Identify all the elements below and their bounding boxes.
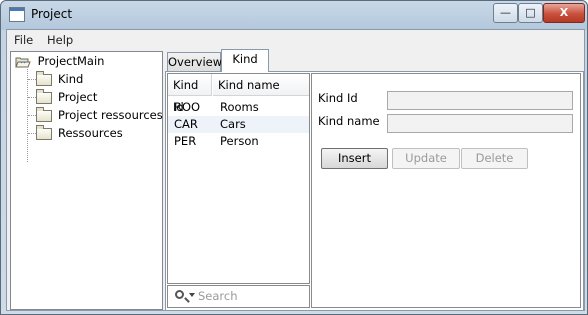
tree-item-label: Project ressources	[58, 108, 163, 122]
tab-kind[interactable]: Kind	[221, 49, 269, 72]
table-row[interactable]: PER Person	[168, 133, 309, 150]
tree-item-kind[interactable]: Kind	[36, 70, 84, 88]
cell-kind-id: PER	[174, 134, 197, 148]
insert-button[interactable]: Insert	[321, 148, 388, 169]
menu-file[interactable]: File	[14, 33, 33, 47]
chevron-down-icon[interactable]	[189, 293, 195, 297]
menu-bar: File Help	[7, 30, 584, 49]
tab-overview[interactable]: Overview	[167, 52, 222, 72]
cell-kind-id: CAR	[174, 117, 198, 131]
delete-button[interactable]: Delete	[461, 148, 528, 169]
search-icon[interactable]	[175, 290, 184, 299]
search-input[interactable]	[198, 288, 303, 303]
column-header-kind-name[interactable]: Kind name	[213, 74, 309, 96]
cell-kind-name: Cars	[220, 117, 246, 131]
cell-kind-name: Person	[220, 134, 259, 148]
cell-kind-name: Rooms	[220, 100, 259, 114]
client-area: File Help ProjectMain Kind Project Proje…	[6, 29, 585, 311]
folder-icon	[36, 106, 52, 122]
tree-item-label: Project	[58, 90, 98, 104]
table-row[interactable]: CAR Cars	[168, 116, 309, 133]
search-box	[167, 285, 310, 308]
content-panel: Overview Kind Kind Id Kind name ROO Room…	[165, 49, 584, 311]
navigation-tree: ProjectMain Kind Project Project ressour…	[10, 51, 163, 310]
app-window-icon	[9, 7, 25, 22]
tree-item-label: Kind	[58, 72, 84, 86]
tree-item-label: Ressources	[58, 126, 123, 140]
menu-help[interactable]: Help	[47, 33, 73, 47]
window-title: Project	[31, 7, 73, 21]
kind-tab-panel: Kind Id Kind name ROO Rooms CAR Cars PER…	[165, 71, 584, 311]
maximize-button[interactable]: □	[518, 3, 543, 23]
close-button[interactable]: X	[543, 3, 585, 23]
kind-edit-form: Kind Id Kind name Insert Update Delete	[311, 73, 581, 308]
folder-icon	[36, 70, 52, 86]
tree-item-project-ressources[interactable]: Project ressources	[36, 106, 163, 124]
minimize-button[interactable]: —	[493, 3, 518, 23]
column-header-kind-id[interactable]: Kind Id	[168, 74, 212, 114]
kind-table: Kind Id Kind name ROO Rooms CAR Cars PER…	[167, 73, 310, 284]
folder-icon	[36, 88, 52, 104]
main-window: Project — □ X File Help ProjectMain Kind…	[0, 0, 588, 315]
update-button[interactable]: Update	[392, 148, 460, 169]
tree-item-project[interactable]: Project	[36, 88, 98, 106]
tree-root[interactable]: ProjectMain	[15, 53, 104, 70]
open-folder-icon	[15, 56, 31, 68]
kind-name-field[interactable]	[387, 114, 573, 133]
folder-icon	[36, 124, 52, 140]
kind-id-field[interactable]	[387, 91, 573, 110]
kind-name-label: Kind name	[318, 114, 380, 128]
table-row[interactable]: ROO Rooms	[168, 99, 309, 116]
cell-kind-id: ROO	[174, 100, 201, 114]
tree-root-label: ProjectMain	[37, 54, 105, 68]
tree-item-ressources[interactable]: Ressources	[36, 124, 123, 142]
title-bar[interactable]: Project — □ X	[1, 1, 587, 29]
kind-id-label: Kind Id	[318, 91, 358, 105]
